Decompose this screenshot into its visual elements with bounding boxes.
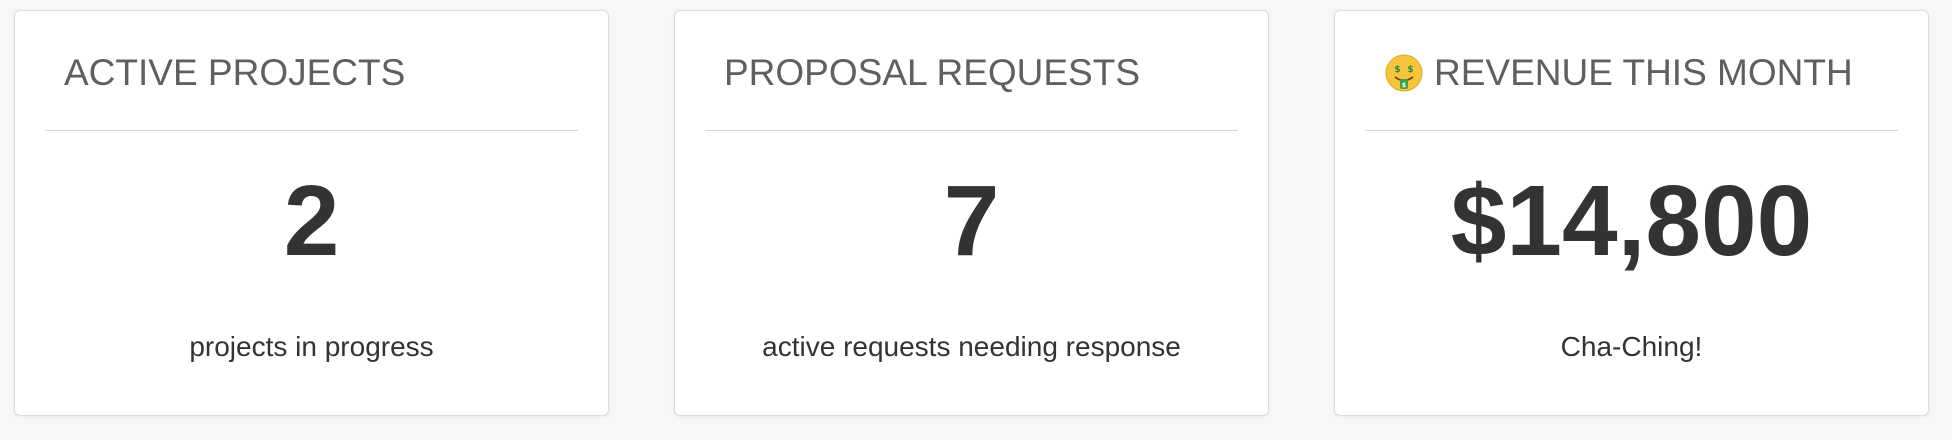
svg-text:$: $ — [1402, 82, 1406, 89]
money-mouth-face-icon: $ $ $ — [1384, 53, 1424, 93]
proposal-requests-card: PROPOSAL REQUESTS 7 active requests need… — [674, 10, 1269, 416]
card-title: PROPOSAL REQUESTS — [724, 52, 1140, 94]
stats-cards: ACTIVE PROJECTS 2 projects in progress P… — [14, 10, 1934, 420]
card-header: $ $ $ REVENUE THIS MONTH — [1365, 11, 1898, 131]
card-caption: projects in progress — [189, 331, 434, 362]
svg-text:$: $ — [1394, 65, 1400, 75]
revenue-card: $ $ $ REVENUE THIS MONTH $14,800 Cha-Chi… — [1334, 10, 1929, 416]
card-header: PROPOSAL REQUESTS — [705, 11, 1238, 131]
card-caption: Cha-Ching! — [1560, 331, 1703, 362]
card-title-text: ACTIVE PROJECTS — [64, 52, 406, 93]
card-caption: active requests needing response — [762, 331, 1181, 362]
revenue-amount: $14,800 — [1450, 165, 1813, 277]
proposal-requests-count: 7 — [943, 165, 1000, 277]
card-title: $ $ $ REVENUE THIS MONTH — [1384, 52, 1853, 94]
svg-text:$: $ — [1407, 65, 1413, 75]
card-title-text: REVENUE THIS MONTH — [1434, 52, 1853, 93]
card-title: ACTIVE PROJECTS — [64, 52, 405, 94]
card-header: ACTIVE PROJECTS — [45, 11, 578, 131]
active-projects-card: ACTIVE PROJECTS 2 projects in progress — [14, 10, 609, 416]
active-projects-count: 2 — [283, 165, 340, 277]
card-title-text: PROPOSAL REQUESTS — [724, 52, 1141, 93]
